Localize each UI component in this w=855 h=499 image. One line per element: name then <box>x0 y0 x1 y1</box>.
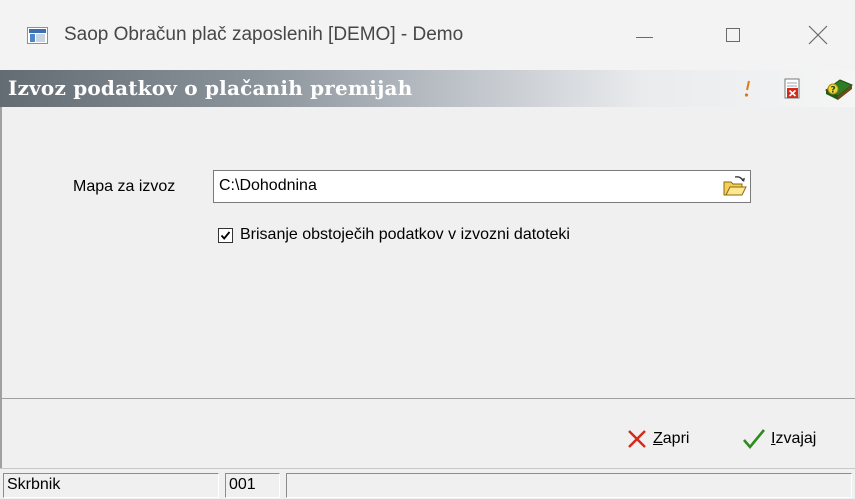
close-icon <box>808 25 828 45</box>
status-bar: Skrbnik 001 <box>0 468 855 499</box>
dialog-title: Izvoz podatkov o plačanih premijah <box>8 76 413 100</box>
close-button-label: Zapri <box>653 430 690 447</box>
minimize-button[interactable] <box>614 12 674 56</box>
close-button[interactable]: Zapri <box>626 424 689 454</box>
maximize-button[interactable] <box>704 12 764 56</box>
dialog-header: Izvoz podatkov o plačanih premijah ? <box>0 70 855 107</box>
dialog-footer <box>0 398 855 468</box>
minimize-icon <box>636 37 653 38</box>
title-bar[interactable]: Saop Obračun plač zaposlenih [DEMO] - De… <box>0 0 855 70</box>
help-book-icon[interactable]: ? <box>822 76 855 102</box>
export-folder-label: Mapa za izvoz <box>73 178 176 195</box>
status-user: Skrbnik <box>3 473 219 498</box>
close-window-button[interactable] <box>790 12 850 56</box>
delete-existing-label[interactable]: Brisanje obstoječih podatkov v izvozni d… <box>240 226 570 244</box>
run-button[interactable]: Izvajaj <box>742 424 816 454</box>
checkmark-icon <box>220 231 231 240</box>
pin-icon[interactable] <box>744 79 752 99</box>
status-code: 001 <box>225 473 280 498</box>
open-folder-icon[interactable] <box>721 174 747 199</box>
document-delete-icon[interactable] <box>782 78 802 100</box>
run-button-label: Izvajaj <box>771 430 817 447</box>
maximize-icon <box>726 28 740 42</box>
green-check-icon <box>743 429 766 450</box>
export-folder-input[interactable]: C:\Dohodnina <box>213 170 751 203</box>
application-window: Saop Obračun plač zaposlenih [DEMO] - De… <box>0 0 855 499</box>
delete-existing-checkbox[interactable] <box>218 228 233 243</box>
red-x-icon <box>628 430 646 448</box>
status-message <box>286 473 852 498</box>
window-title: Saop Obračun plač zaposlenih [DEMO] - De… <box>64 24 464 45</box>
application-window-icon[interactable] <box>27 27 48 44</box>
dialog-content <box>0 107 855 398</box>
export-folder-value[interactable]: C:\Dohodnina <box>219 177 317 195</box>
svg-text:?: ? <box>831 86 836 96</box>
